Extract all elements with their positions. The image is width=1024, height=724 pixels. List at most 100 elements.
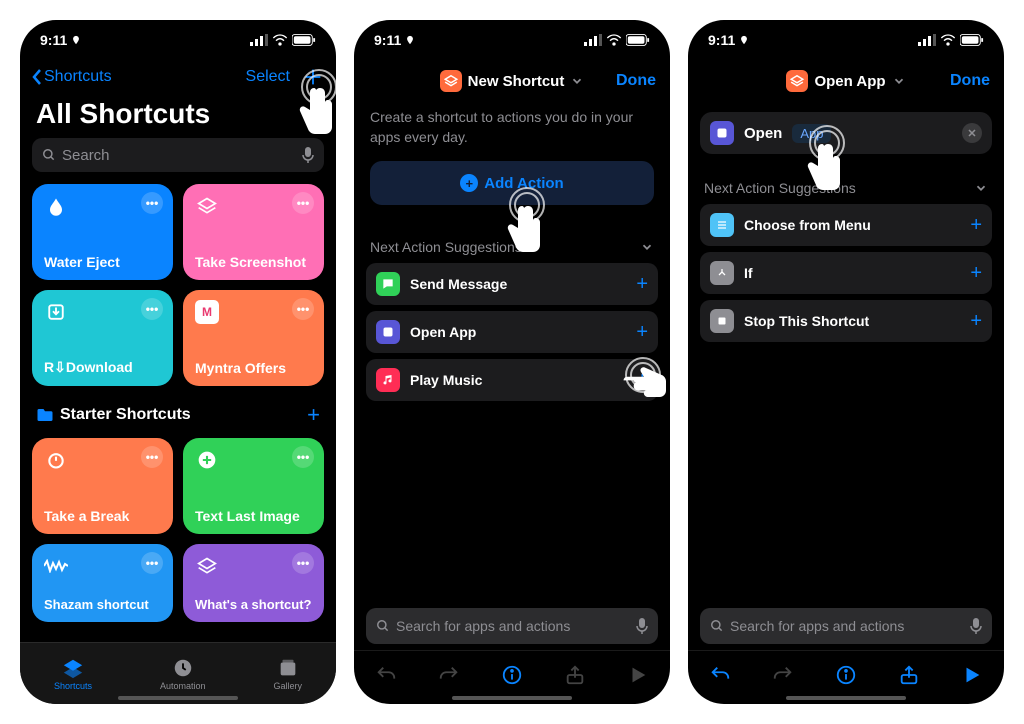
open-app-icon xyxy=(710,121,734,145)
more-icon[interactable]: ••• xyxy=(141,446,163,468)
shortcut-tile[interactable]: M ••• Myntra Offers xyxy=(183,290,324,386)
add-suggestion-icon[interactable]: + xyxy=(636,369,648,392)
search-placeholder: Search for apps and actions xyxy=(730,618,904,634)
gallery-icon xyxy=(277,657,299,679)
tile-label: R⇩Download xyxy=(44,359,161,376)
shortcut-title-menu[interactable]: New Shortcut xyxy=(440,70,585,92)
tile-label: Text Last Image xyxy=(195,508,312,524)
suggestion-if[interactable]: If + xyxy=(700,252,992,294)
tab-gallery[interactable]: Gallery xyxy=(273,657,302,691)
tile-label: Myntra Offers xyxy=(195,360,312,376)
suggestion-label: Play Music xyxy=(410,372,482,388)
mic-icon[interactable] xyxy=(970,618,982,634)
more-icon[interactable]: ••• xyxy=(141,298,163,320)
more-icon[interactable]: ••• xyxy=(292,192,314,214)
share-button[interactable] xyxy=(564,664,586,691)
suggestion-play-music[interactable]: Play Music + xyxy=(366,359,658,401)
shortcut-tile[interactable]: ••• Text Last Image xyxy=(183,438,324,534)
action-verb-label: Open xyxy=(744,125,782,142)
done-button[interactable]: Done xyxy=(616,72,656,90)
more-icon[interactable]: ••• xyxy=(292,446,314,468)
add-starter-button[interactable]: + xyxy=(307,402,320,428)
add-suggestion-icon[interactable]: + xyxy=(636,273,648,296)
add-shortcut-button[interactable] xyxy=(302,66,324,88)
suggestion-label: Open App xyxy=(410,324,476,340)
tile-label: Take Screenshot xyxy=(195,254,312,270)
mic-icon[interactable] xyxy=(636,618,648,634)
suggestion-stop[interactable]: Stop This Shortcut + xyxy=(700,300,992,342)
add-suggestion-icon[interactable]: + xyxy=(970,310,982,333)
starter-section-label: Starter Shortcuts xyxy=(60,406,191,424)
info-button[interactable] xyxy=(501,664,523,691)
music-icon xyxy=(376,368,400,392)
add-suggestion-icon[interactable]: + xyxy=(636,321,648,344)
stack-icon xyxy=(197,196,217,216)
info-button[interactable] xyxy=(835,664,857,691)
shortcut-tile[interactable]: ••• Take a Break xyxy=(32,438,173,534)
status-time: 9:11 xyxy=(40,32,67,48)
suggestion-label: Stop This Shortcut xyxy=(744,313,869,329)
new-shortcut-screen: 9:11 New Shortcut Done Create a shortcut… xyxy=(354,20,670,704)
open-app-icon xyxy=(376,320,400,344)
tile-label: Shazam shortcut xyxy=(44,597,161,612)
suggestion-choose-menu[interactable]: Choose from Menu + xyxy=(700,204,992,246)
battery-icon xyxy=(960,34,984,46)
messages-icon xyxy=(376,272,400,296)
stop-icon xyxy=(710,309,734,333)
chevron-down-icon[interactable] xyxy=(640,240,654,254)
remove-action-button[interactable]: ✕ xyxy=(962,123,982,143)
add-suggestion-icon[interactable]: + xyxy=(970,262,982,285)
search-input[interactable]: Search xyxy=(32,138,324,172)
redo-button[interactable] xyxy=(772,664,794,691)
run-button[interactable] xyxy=(961,664,983,691)
nav-bar: Shortcuts Select xyxy=(20,60,336,94)
download-icon xyxy=(47,303,65,321)
stack-icon xyxy=(197,556,217,576)
more-icon[interactable]: ••• xyxy=(292,552,314,574)
shortcut-tile[interactable]: ••• Water Eject xyxy=(32,184,173,280)
page-title: All Shortcuts xyxy=(20,94,336,138)
add-suggestion-icon[interactable]: + xyxy=(970,214,982,237)
shortcut-title-menu[interactable]: Open App xyxy=(786,70,905,92)
mic-icon[interactable] xyxy=(302,147,314,163)
shortcuts-library-screen: 9:11 Shortcuts Select All Shortcuts Sear… xyxy=(20,20,336,704)
shortcut-tile[interactable]: ••• Shazam shortcut xyxy=(32,544,173,622)
search-icon xyxy=(42,148,56,162)
timer-icon xyxy=(46,450,66,470)
signal-icon xyxy=(250,34,268,46)
shortcut-app-icon xyxy=(440,70,462,92)
more-icon[interactable]: ••• xyxy=(292,298,314,320)
home-indicator xyxy=(452,696,572,700)
redo-button[interactable] xyxy=(438,664,460,691)
tile-label: What's a shortcut? xyxy=(195,597,312,612)
open-app-action-block[interactable]: Open App ✕ xyxy=(700,112,992,154)
status-bar: 9:11 xyxy=(354,20,670,60)
suggestion-send-message[interactable]: Send Message + xyxy=(366,263,658,305)
run-button[interactable] xyxy=(627,664,649,691)
app-parameter-pill[interactable]: App xyxy=(792,124,831,143)
undo-button[interactable] xyxy=(709,664,731,691)
undo-button[interactable] xyxy=(375,664,397,691)
tab-shortcuts[interactable]: Shortcuts xyxy=(54,657,92,691)
tab-automation[interactable]: Automation xyxy=(160,657,206,691)
search-placeholder: Search xyxy=(62,147,110,164)
chevron-down-icon[interactable] xyxy=(974,181,988,195)
shortcut-tile[interactable]: ••• What's a shortcut? xyxy=(183,544,324,622)
suggestion-open-app[interactable]: Open App + xyxy=(366,311,658,353)
done-button[interactable]: Done xyxy=(950,72,990,90)
location-icon xyxy=(739,35,749,45)
status-bar: 9:11 xyxy=(20,20,336,60)
back-button[interactable]: Shortcuts xyxy=(32,68,112,86)
share-button[interactable] xyxy=(898,664,920,691)
shortcut-tile[interactable]: ••• R⇩Download xyxy=(32,290,173,386)
more-icon[interactable]: ••• xyxy=(141,552,163,574)
wifi-icon xyxy=(272,34,288,46)
more-icon[interactable]: ••• xyxy=(141,192,163,214)
select-button[interactable]: Select xyxy=(246,68,290,86)
folder-icon xyxy=(36,407,54,423)
action-search-input[interactable]: Search for apps and actions xyxy=(366,608,658,644)
add-action-button[interactable]: + Add Action xyxy=(370,161,654,205)
action-search-input[interactable]: Search for apps and actions xyxy=(700,608,992,644)
wifi-icon xyxy=(940,34,956,46)
shortcut-tile[interactable]: ••• Take Screenshot xyxy=(183,184,324,280)
